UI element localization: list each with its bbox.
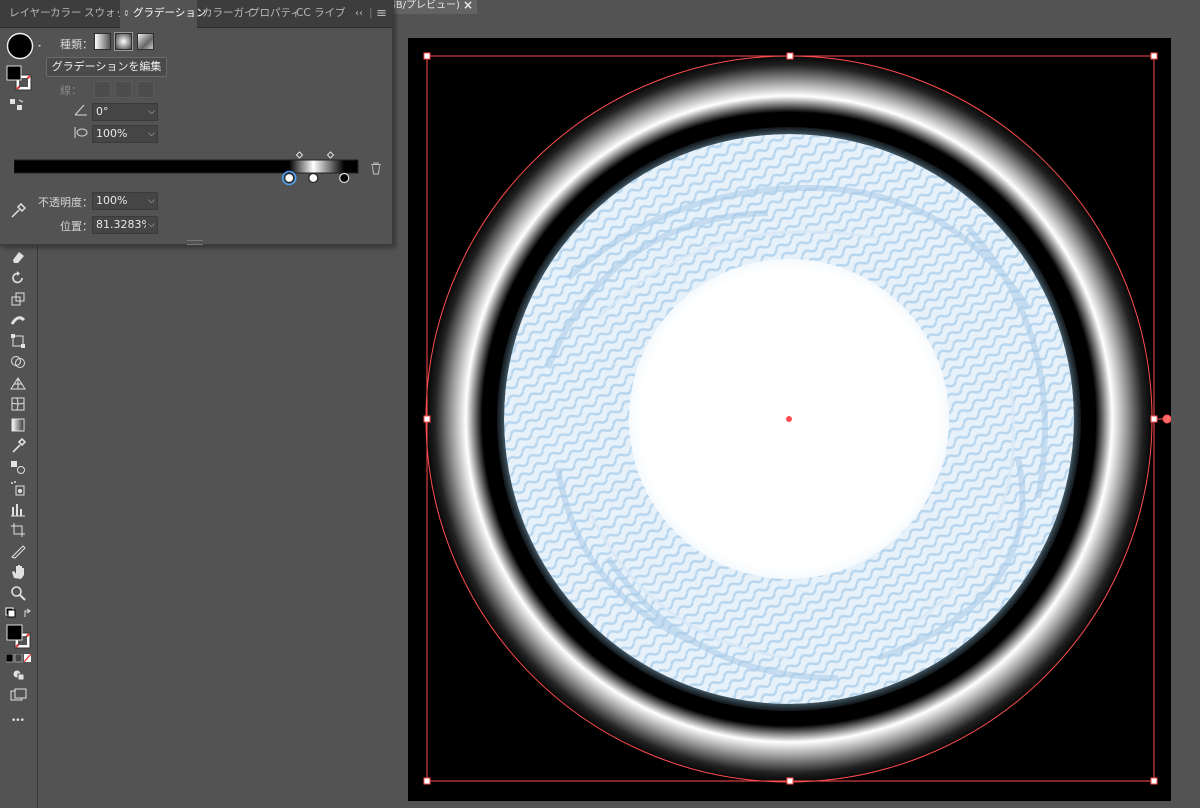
- rotate-icon[interactable]: [10, 270, 26, 286]
- tab-gradient[interactable]: ⇕ グラデーション: [120, 0, 206, 28]
- stroke-along-button[interactable]: [115, 81, 132, 98]
- gradient-stop[interactable]: [308, 172, 319, 184]
- angle-icon: [74, 104, 87, 116]
- color-mode-icons[interactable]: [6, 654, 32, 663]
- shape-builder-icon[interactable]: [10, 354, 26, 370]
- stroke-label: 線：: [60, 84, 82, 97]
- opacity-label: 不透明度：: [38, 196, 93, 209]
- radial-gradient-button[interactable]: [114, 32, 133, 51]
- eyedropper-icon[interactable]: [10, 203, 26, 219]
- artboard-icon[interactable]: [10, 522, 26, 538]
- tab-layers[interactable]: レイヤー: [9, 0, 51, 27]
- chevron-down-icon[interactable]: ⌵: [146, 217, 155, 233]
- stroke-across-button[interactable]: [137, 81, 154, 98]
- chevron-down-icon[interactable]: ⌵: [148, 126, 155, 142]
- delete-stop-icon[interactable]: [370, 162, 382, 175]
- panel-tab-bar: レイヤー カラー スウォッチ ⇕ グラデーション カラーガイ プロパティ CC …: [0, 0, 392, 28]
- opacity-field[interactable]: 100% ⌵: [92, 192, 158, 210]
- perspective-grid-icon[interactable]: [10, 375, 26, 391]
- stroke-within-button[interactable]: [94, 81, 111, 98]
- slice-icon[interactable]: [10, 543, 26, 559]
- linear-gradient-button[interactable]: [94, 33, 111, 50]
- tab-properties[interactable]: プロパティ: [249, 0, 301, 27]
- mesh-icon[interactable]: [10, 396, 26, 412]
- eyedropper-icon[interactable]: [10, 438, 26, 454]
- canvas-artwork[interactable]: [408, 38, 1171, 801]
- eraser-icon[interactable]: [10, 249, 26, 265]
- draw-mode-icon[interactable]: [12, 669, 26, 681]
- freeform-gradient-button[interactable]: [137, 33, 154, 50]
- gradient-stop[interactable]: [281, 170, 297, 186]
- fill-stroke-swatch[interactable]: [5, 623, 33, 649]
- tab-gradient-icon: ⇕: [123, 9, 130, 18]
- zoom-icon[interactable]: [10, 585, 26, 601]
- scale-icon[interactable]: [10, 291, 26, 307]
- location-value: 81.3283%: [96, 218, 152, 231]
- rotation-handle: [1162, 414, 1171, 424]
- type-label: 種類：: [60, 38, 93, 51]
- gradient-icon[interactable]: [10, 417, 26, 433]
- tab-gradient-label: グラデーション: [133, 7, 207, 19]
- opacity-value: 100%: [96, 194, 128, 207]
- tab-cc-libraries[interactable]: CC ライブ: [296, 0, 346, 27]
- screen-mode-icon[interactable]: [10, 688, 28, 702]
- tab-divider: |: [369, 7, 373, 19]
- angle-field[interactable]: 0° ⌵: [92, 103, 158, 121]
- symbol-sprayer-icon[interactable]: [10, 480, 26, 496]
- aspect-ratio-icon: [74, 127, 88, 138]
- gradient-panel: レイヤー カラー スウォッチ ⇕ グラデーション カラーガイ プロパティ CC …: [0, 0, 394, 246]
- angle-value: 0°: [96, 105, 109, 118]
- gradient-midpoint[interactable]: [326, 151, 335, 159]
- reverse-gradient-icon[interactable]: [10, 99, 24, 112]
- edit-gradient-button[interactable]: グラデーションを編集: [46, 57, 167, 77]
- free-transform-icon[interactable]: [10, 333, 26, 349]
- location-label: 位置：: [60, 220, 93, 233]
- panel-resize-grip[interactable]: [187, 240, 203, 245]
- gradient-fill-stroke-icon[interactable]: [5, 64, 35, 92]
- location-field[interactable]: 81.3283% ⌵: [92, 216, 158, 234]
- chevron-down-icon[interactable]: ⌵: [148, 193, 155, 209]
- gradient-stop[interactable]: [339, 172, 350, 184]
- document-tab[interactable]: GB/プレビュー) ×: [388, 0, 477, 14]
- default-colors-icon[interactable]: [5, 607, 33, 621]
- gradient-midpoint[interactable]: [295, 151, 304, 159]
- gradient-thumbnail[interactable]: [6, 32, 44, 62]
- collapse-panel-icon[interactable]: ‹‹: [355, 0, 363, 27]
- aspect-ratio-value: 100%: [96, 127, 128, 140]
- gradient-slider[interactable]: [14, 150, 362, 188]
- tab-color-guide[interactable]: カラーガイ: [202, 0, 255, 27]
- close-icon[interactable]: ×: [463, 0, 473, 11]
- width-icon[interactable]: [10, 312, 26, 328]
- panel-menu-icon[interactable]: ≡: [376, 0, 387, 27]
- center-point: [786, 416, 792, 422]
- blend-icon[interactable]: [10, 459, 26, 475]
- hand-icon[interactable]: [10, 564, 26, 580]
- chevron-down-icon[interactable]: ⌵: [148, 104, 155, 120]
- tab-color[interactable]: カラー: [50, 0, 82, 27]
- document-tab-title: GB/プレビュー): [388, 0, 460, 11]
- more-tools-icon[interactable]: •••: [11, 716, 25, 726]
- graph-icon[interactable]: [10, 501, 26, 517]
- aspect-ratio-field[interactable]: 100% ⌵: [92, 125, 158, 143]
